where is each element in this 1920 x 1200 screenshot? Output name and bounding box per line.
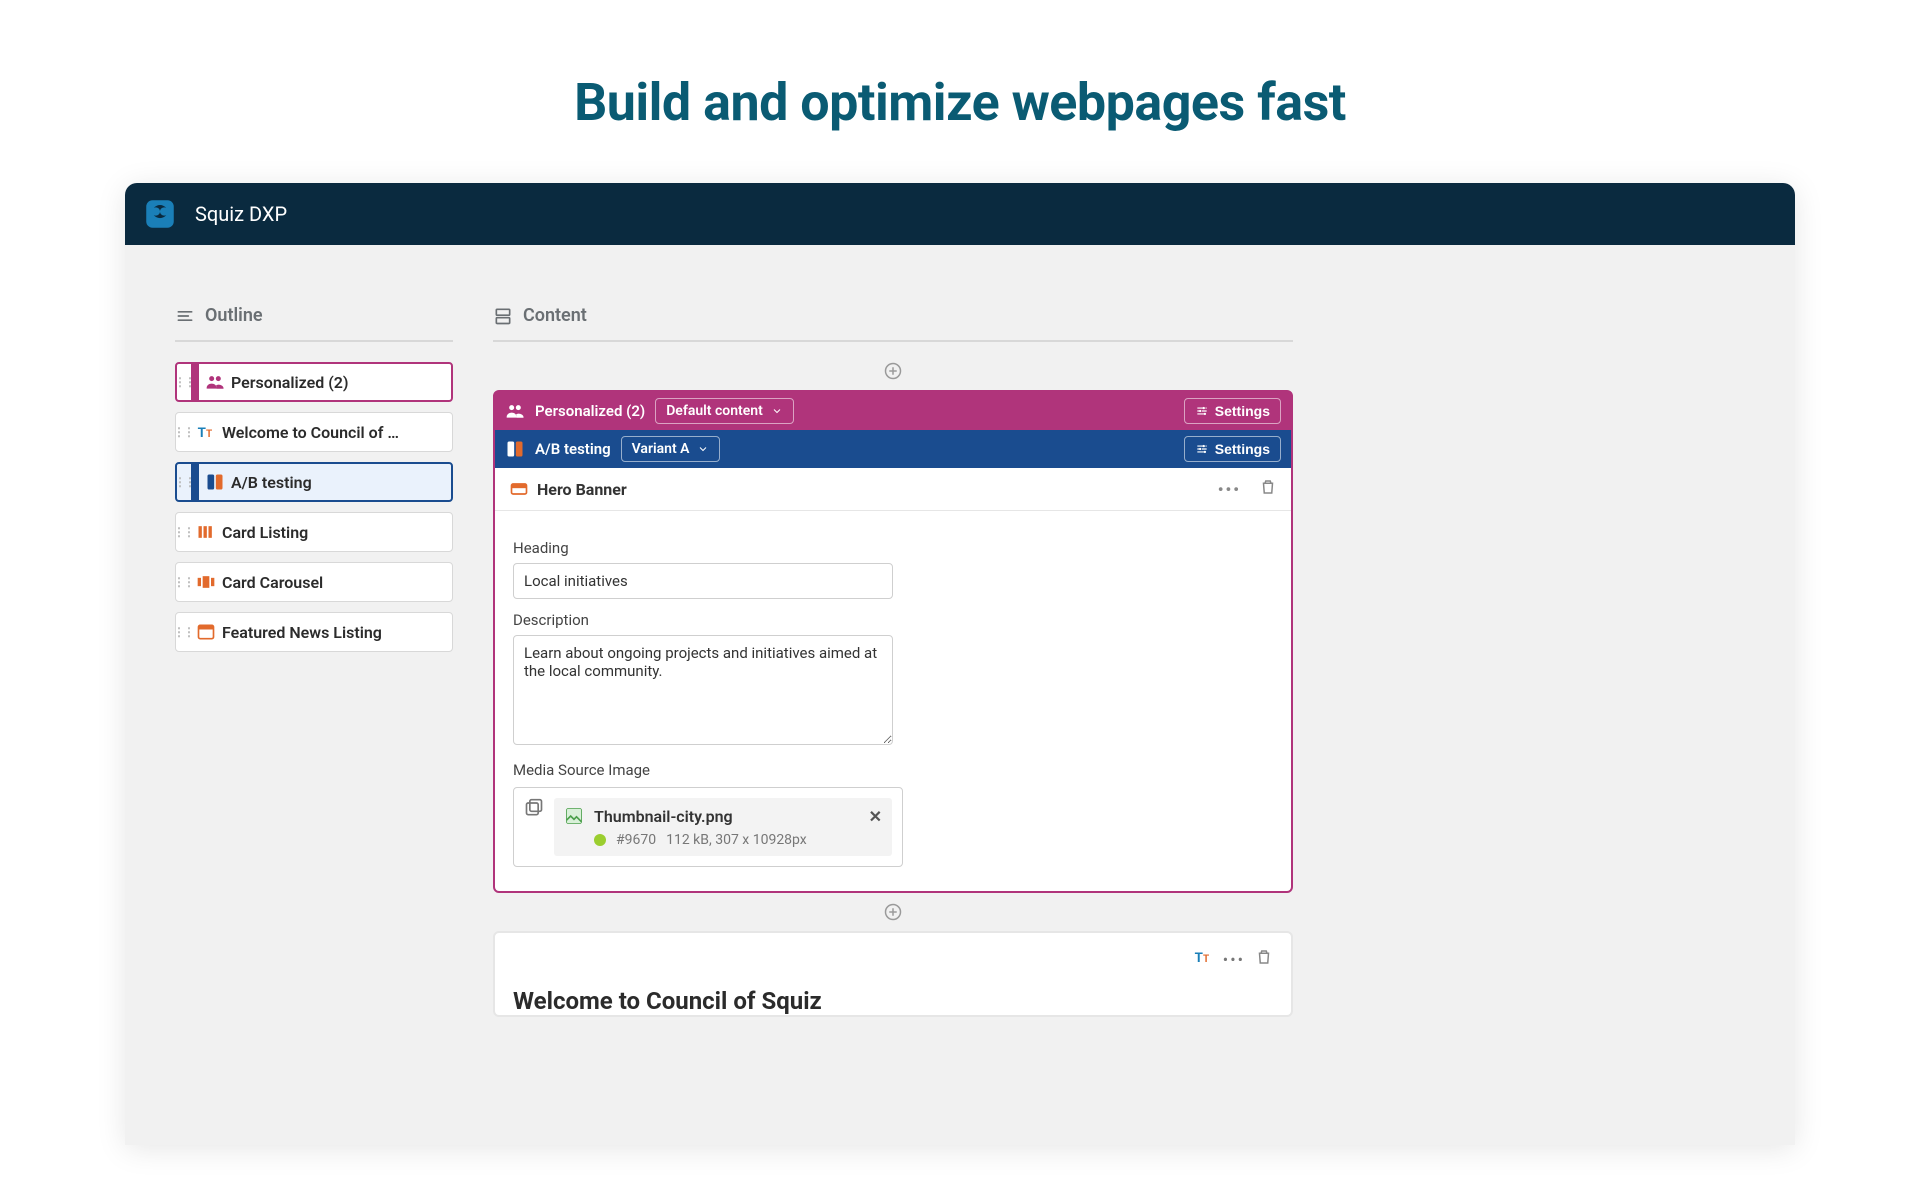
svg-text:T: T xyxy=(1194,951,1202,966)
media-field-label: Media Source Image xyxy=(513,761,1273,779)
svg-text:T: T xyxy=(198,426,206,441)
outline-item-card-carousel[interactable]: ⋮⋮ Card Carousel xyxy=(175,562,453,602)
media-id: #9670 xyxy=(616,832,656,848)
split-icon xyxy=(505,439,525,459)
drag-handle-icon[interactable]: ⋮⋮ xyxy=(176,413,190,451)
media-meta: 112 kB, 307 x 10928px xyxy=(666,832,807,848)
drag-handle-icon[interactable]: ⋮⋮ xyxy=(176,513,190,551)
people-icon xyxy=(505,401,525,421)
marketing-heading: Build and optimize webpages fast xyxy=(0,0,1920,183)
svg-text:T: T xyxy=(1203,954,1209,965)
delete-button[interactable] xyxy=(1259,478,1277,500)
abtest-settings-button[interactable]: Settings xyxy=(1184,436,1281,462)
outline-item-welcome[interactable]: ⋮⋮ TT Welcome to Council of … xyxy=(175,412,453,452)
outline-item-card-listing[interactable]: ⋮⋮ Card Listing xyxy=(175,512,453,552)
settings-label: Settings xyxy=(1215,441,1270,457)
trash-icon xyxy=(1259,478,1277,496)
outline-item-ab-testing[interactable]: ⋮⋮ A/B testing xyxy=(175,462,453,502)
drag-handle-icon[interactable]: ⋮⋮ xyxy=(177,364,191,400)
trash-icon xyxy=(1255,948,1273,966)
component-form: Heading Description Learn about ongoing … xyxy=(495,511,1291,891)
component-name: Hero Banner xyxy=(537,480,627,499)
media-library-icon[interactable] xyxy=(524,798,554,856)
settings-label: Settings xyxy=(1215,403,1270,419)
content-header-label: Content xyxy=(523,305,587,326)
outline-item-featured-news[interactable]: ⋮⋮ Featured News Listing xyxy=(175,612,453,652)
outline-header-label: Outline xyxy=(205,305,263,326)
outline-icon xyxy=(175,306,195,326)
outline-accent xyxy=(191,364,199,400)
personalized-dropdown[interactable]: Default content xyxy=(655,398,794,424)
image-thumb-icon xyxy=(564,806,584,826)
sliders-icon xyxy=(1195,404,1209,418)
add-block-button-top[interactable] xyxy=(493,362,1293,380)
cards-icon xyxy=(190,513,216,551)
media-filename: Thumbnail-city.png xyxy=(594,807,733,826)
heading-field-label: Heading xyxy=(513,539,1273,557)
outline-accent xyxy=(191,464,199,500)
split-icon xyxy=(199,464,225,500)
svg-text:T: T xyxy=(206,429,212,440)
chevron-down-icon xyxy=(771,405,783,417)
app-logo-icon xyxy=(143,197,177,231)
text-icon: TT xyxy=(190,413,216,451)
editor-panel: Personalized (2) Default content Setting… xyxy=(493,390,1293,893)
abtest-variant-dropdown[interactable]: Variant A xyxy=(621,436,721,462)
description-textarea[interactable]: Learn about ongoing projects and initiat… xyxy=(513,635,893,745)
outline-item-label: Welcome to Council of … xyxy=(216,413,399,451)
next-block-title: Welcome to Council of Squiz xyxy=(513,971,1273,1015)
outline-column: Outline ⋮⋮ Personalized (2) ⋮⋮ TT xyxy=(175,305,453,1145)
abtest-bar: A/B testing Variant A Settings xyxy=(495,430,1291,468)
remove-media-button[interactable]: ✕ xyxy=(869,807,882,826)
next-block-panel: TT ••• Welcome to Council of Squiz xyxy=(493,931,1293,1017)
outline-item-label: Card Listing xyxy=(216,513,308,551)
news-icon xyxy=(190,613,216,651)
app-titlebar: Squiz DXP xyxy=(125,183,1795,245)
more-menu-button[interactable]: ••• xyxy=(1223,950,1245,969)
dropdown-label: Default content xyxy=(666,403,763,419)
component-header: Hero Banner ••• xyxy=(495,468,1291,511)
app-window: Squiz DXP Outline ⋮⋮ Personalized (2) xyxy=(125,183,1795,1145)
dropdown-label: Variant A xyxy=(632,441,690,457)
more-menu-button[interactable]: ••• xyxy=(1218,480,1241,499)
description-field-label: Description xyxy=(513,611,1273,629)
carousel-icon xyxy=(190,563,216,601)
outline-item-label: Card Carousel xyxy=(216,563,323,601)
outline-item-label: Featured News Listing xyxy=(216,613,382,651)
add-block-button-bottom[interactable] xyxy=(493,903,1293,921)
personalized-label: Personalized (2) xyxy=(535,402,645,420)
status-dot-icon xyxy=(594,834,606,846)
outline-item-label: A/B testing xyxy=(225,464,312,500)
text-icon: TT xyxy=(1193,947,1213,971)
drag-handle-icon[interactable]: ⋮⋮ xyxy=(176,613,190,651)
personalized-bar: Personalized (2) Default content Setting… xyxy=(495,392,1291,430)
outline-header: Outline xyxy=(175,305,453,342)
media-chip: Thumbnail-city.png ✕ #9670 112 kB, 307 x… xyxy=(554,798,892,856)
personalized-settings-button[interactable]: Settings xyxy=(1184,398,1281,424)
outline-list: ⋮⋮ Personalized (2) ⋮⋮ TT Welcome to Cou… xyxy=(175,362,453,652)
hero-banner-icon xyxy=(509,479,529,499)
outline-item-personalized[interactable]: ⋮⋮ Personalized (2) xyxy=(175,362,453,402)
drag-handle-icon[interactable]: ⋮⋮ xyxy=(177,464,191,500)
drag-handle-icon[interactable]: ⋮⋮ xyxy=(176,563,190,601)
content-icon xyxy=(493,306,513,326)
abtest-label: A/B testing xyxy=(535,440,611,458)
heading-input[interactable] xyxy=(513,563,893,599)
content-header: Content xyxy=(493,305,1293,342)
outline-item-label: Personalized (2) xyxy=(225,364,349,400)
people-icon xyxy=(199,364,225,400)
app-name: Squiz DXP xyxy=(195,202,287,226)
delete-button[interactable] xyxy=(1255,948,1273,970)
media-source-box: Thumbnail-city.png ✕ #9670 112 kB, 307 x… xyxy=(513,787,903,867)
chevron-down-icon xyxy=(697,443,709,455)
content-column: Content Personalized (2) Default content xyxy=(493,305,1293,1145)
sliders-icon xyxy=(1195,442,1209,456)
